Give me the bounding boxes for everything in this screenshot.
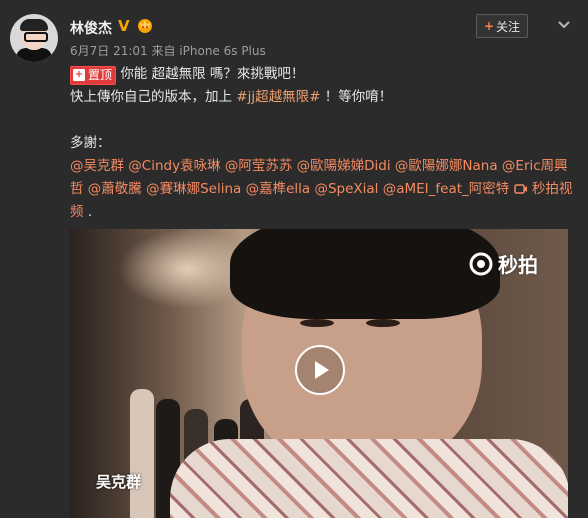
hot-badge-icon: +: [73, 69, 85, 81]
post-line-2-post: ！等你唷！: [320, 89, 393, 105]
post-line-1-text: 你能 超越無限 嗎？來挑戰吧！: [120, 66, 305, 82]
video-eye-left: [300, 319, 334, 327]
follow-button[interactable]: + 关注: [476, 14, 528, 38]
trailing-dot: .: [83, 204, 93, 220]
video-shirt: [170, 439, 568, 518]
video-hair: [230, 229, 500, 319]
avatar-hair: [20, 19, 48, 31]
author-name[interactable]: 林俊杰: [70, 18, 112, 38]
mention-links[interactable]: @吴克群 @Cindy袁咏琳 @阿莹苏苏 @歐陽娣娣Didi @歐陽娜娜Nana…: [70, 158, 568, 197]
video-camera-icon: [513, 184, 527, 194]
verified-badge-icon: V: [118, 17, 130, 35]
video-caption: 吴克群: [96, 473, 142, 491]
video-player[interactable]: 秒拍 吴克群: [70, 229, 568, 518]
post-line-2-pre: 快上傳你自己的版本，加上: [70, 89, 237, 105]
watermark-text: 秒拍: [498, 253, 538, 277]
hot-badge: + 置顶: [70, 65, 117, 85]
hot-badge-label: 置顶: [88, 67, 113, 82]
thanks-heading: 多謝：: [70, 135, 111, 151]
hashtag-link[interactable]: #jj超越無限#: [236, 89, 320, 105]
miaopai-logo-icon: [469, 252, 493, 275]
chevron-down-icon[interactable]: [555, 16, 573, 34]
post-line-1: + 置顶 你能 超越無限 嗎？來挑戰吧！: [70, 63, 575, 86]
follow-label: 关注: [496, 19, 521, 34]
post-meta: 6月7日 21:01 来自 iPhone 6s Plus: [70, 44, 266, 58]
mentions-block: @吴克群 @Cindy袁咏琳 @阿莹苏苏 @歐陽娣娣Didi @歐陽娜娜Nana…: [70, 155, 575, 224]
avatar-glasses: [24, 32, 48, 42]
post-line-2: 快上傳你自己的版本，加上 #jj超越無限# ！等你唷！: [70, 86, 575, 109]
video-eye-right: [366, 319, 400, 327]
member-crown-icon: [138, 19, 152, 33]
post-content: + 置顶 你能 超越無限 嗎？來挑戰吧！ 快上傳你自己的版本，加上 #jj超越無…: [70, 63, 575, 224]
video-watermark: 秒拍: [468, 249, 538, 278]
avatar-shirt: [16, 48, 52, 62]
avatar[interactable]: [10, 14, 58, 62]
play-button[interactable]: [295, 345, 345, 395]
plus-icon: +: [483, 19, 495, 33]
